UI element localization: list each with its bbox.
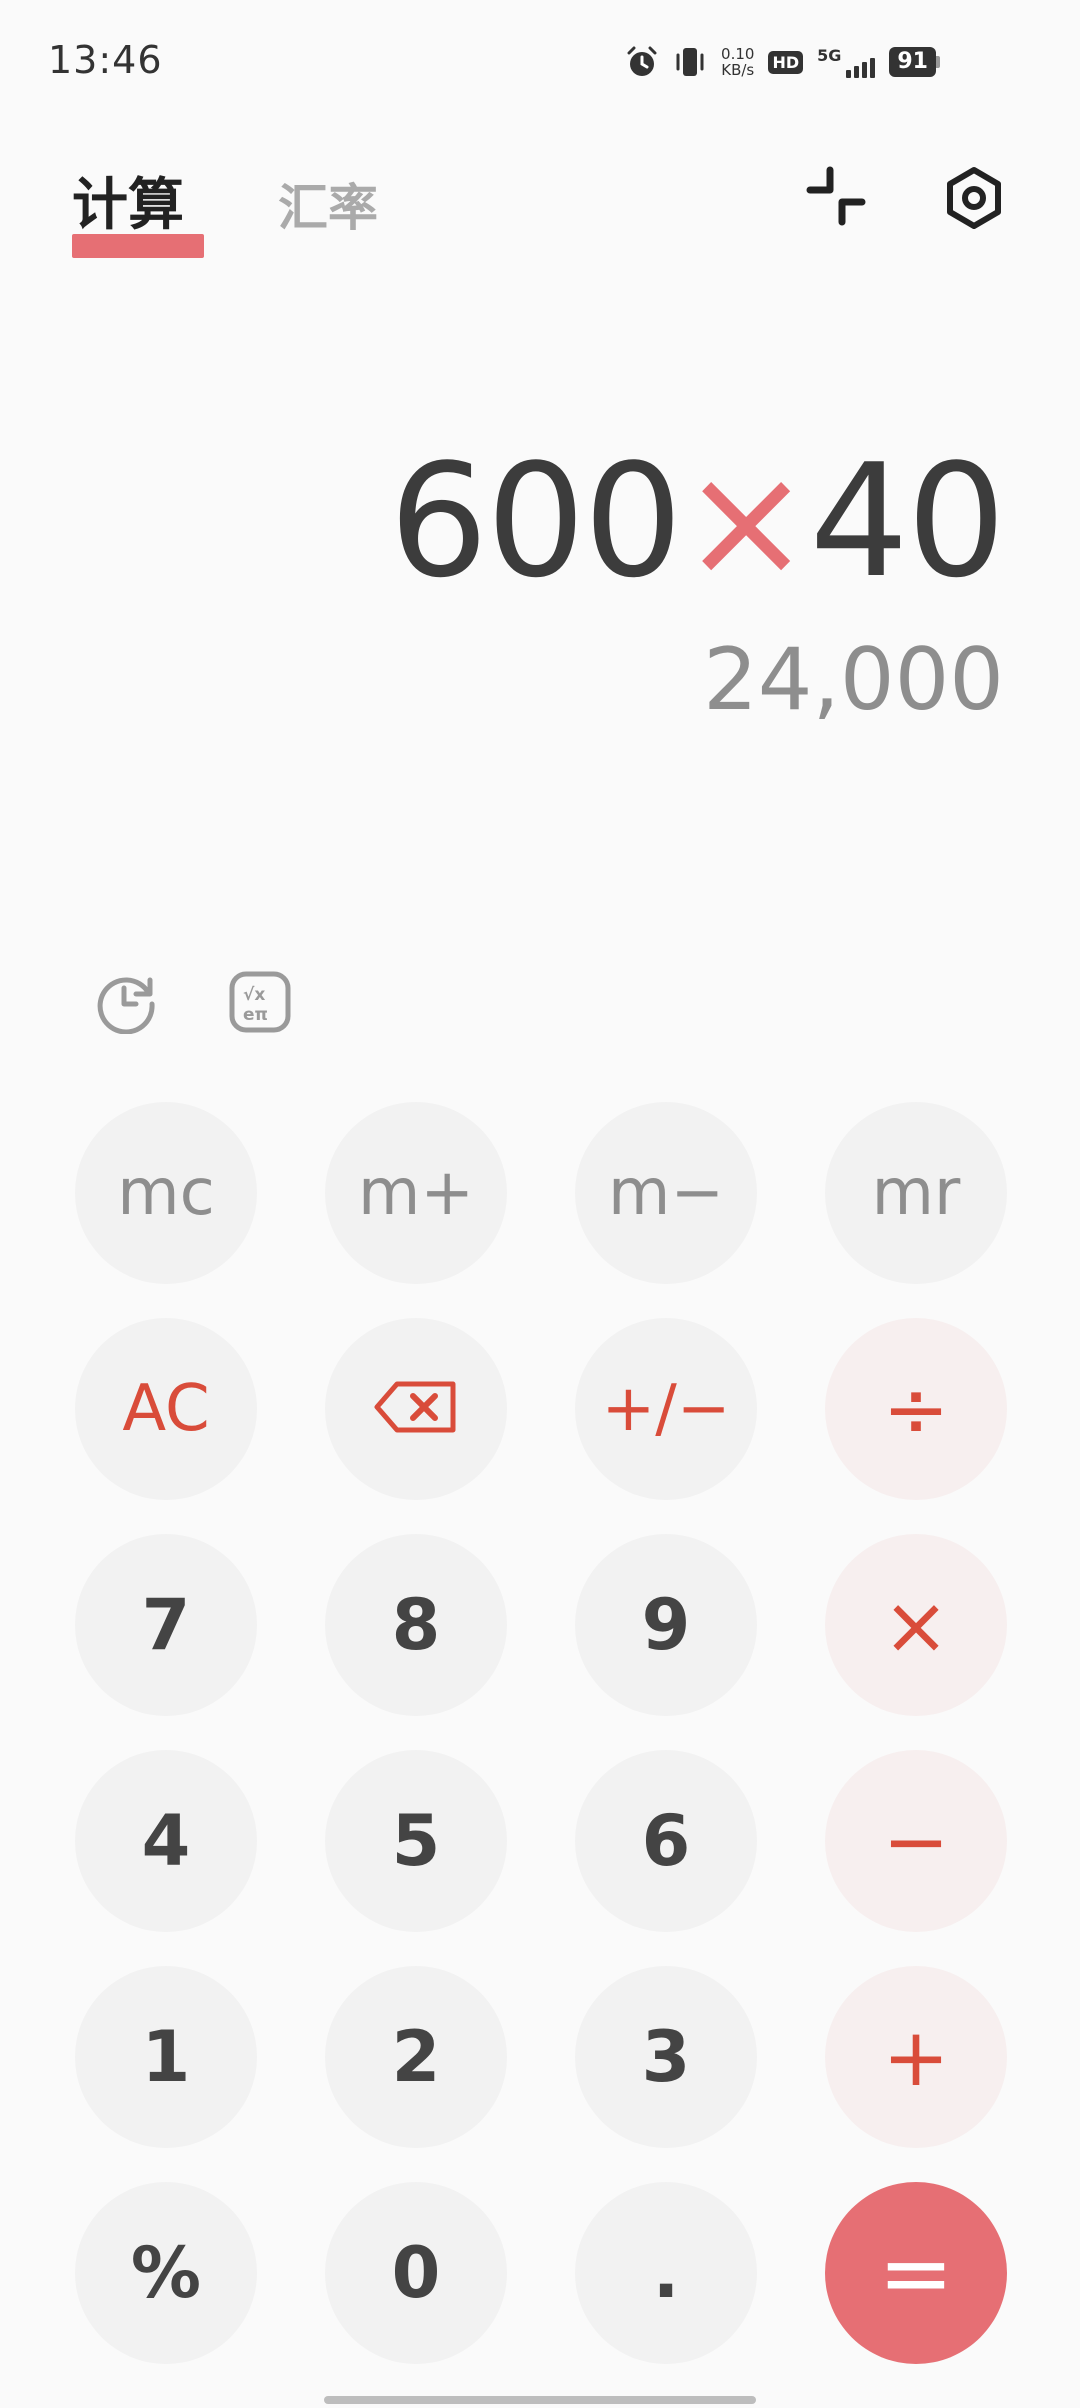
result-display: 24,000 <box>703 630 1004 730</box>
status-time: 13:46 <box>48 38 163 82</box>
tab-exchange-rate[interactable]: 汇率 <box>278 168 378 240</box>
decimal-button[interactable]: . <box>575 2182 757 2364</box>
digit-1-button[interactable]: 1 <box>75 1966 257 2148</box>
digit-3-button[interactable]: 3 <box>575 1966 757 2148</box>
backspace-button[interactable] <box>325 1318 507 1500</box>
expression-display: 600×40 <box>389 430 1006 612</box>
alarm-icon <box>625 45 659 79</box>
settings-icon[interactable] <box>942 166 1006 230</box>
calculator-app: 13:46 0.10 KB/s HD 5G 91 计算 汇率 600×40 24… <box>0 0 1080 2408</box>
digit-2-button[interactable]: 2 <box>325 1966 507 2148</box>
memory-subtract-button[interactable]: m− <box>575 1102 757 1284</box>
subtract-button[interactable]: − <box>825 1750 1007 1932</box>
memory-add-button[interactable]: m+ <box>325 1102 507 1284</box>
expression-operator: × <box>680 430 812 612</box>
active-tab-indicator <box>72 234 204 258</box>
network-speed-unit: KB/s <box>721 61 755 79</box>
all-clear-button[interactable]: AC <box>75 1318 257 1500</box>
equals-button[interactable]: = <box>825 2182 1007 2364</box>
signal-icon: 5G <box>817 46 876 78</box>
collapse-icon[interactable] <box>806 166 866 226</box>
scientific-mode-icon[interactable]: √x eπ <box>228 970 292 1034</box>
add-button[interactable]: + <box>825 1966 1007 2148</box>
network-type: 5G <box>817 46 842 65</box>
plus-minus-button[interactable]: +/− <box>575 1318 757 1500</box>
digit-7-button[interactable]: 7 <box>75 1534 257 1716</box>
battery-level: 91 <box>889 47 936 77</box>
digit-8-button[interactable]: 8 <box>325 1534 507 1716</box>
battery-icon: 91 <box>889 47 940 77</box>
backspace-icon <box>373 1380 459 1438</box>
multiply-button[interactable]: × <box>825 1534 1007 1716</box>
expression-left: 600 <box>389 430 683 612</box>
status-icons: 0.10 KB/s HD 5G 91 <box>625 42 940 82</box>
tab-calculator[interactable]: 计算 <box>72 160 184 241</box>
svg-text:√x: √x <box>243 985 265 1005</box>
digit-5-button[interactable]: 5 <box>325 1750 507 1932</box>
svg-text:eπ: eπ <box>243 1005 268 1025</box>
digit-0-button[interactable]: 0 <box>325 2182 507 2364</box>
expression-right: 40 <box>809 430 1006 612</box>
divide-button[interactable]: ÷ <box>825 1318 1007 1500</box>
memory-recall-button[interactable]: mr <box>825 1102 1007 1284</box>
home-indicator[interactable] <box>324 2396 756 2404</box>
history-icon[interactable] <box>94 970 158 1035</box>
digit-9-button[interactable]: 9 <box>575 1534 757 1716</box>
hd-badge: HD <box>768 50 804 74</box>
memory-clear-button[interactable]: mc <box>75 1102 257 1284</box>
vibrate-icon <box>673 45 707 79</box>
percent-button[interactable]: % <box>75 2182 257 2364</box>
network-speed-value: 0.10 <box>721 45 755 63</box>
digit-4-button[interactable]: 4 <box>75 1750 257 1932</box>
network-speed: 0.10 KB/s <box>721 46 754 78</box>
digit-6-button[interactable]: 6 <box>575 1750 757 1932</box>
